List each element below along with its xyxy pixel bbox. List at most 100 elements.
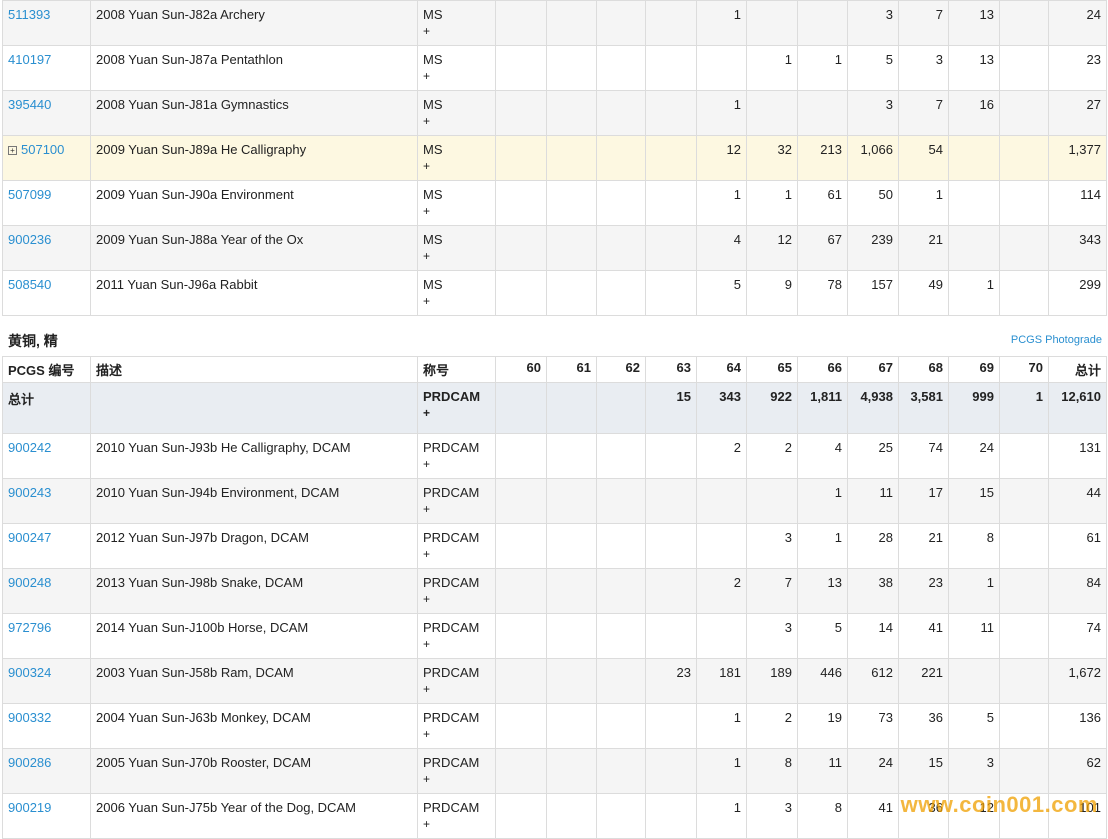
description-cell: 2008 Yuan Sun-J82a Archery [90,0,418,46]
grade-count-cell [999,478,1049,524]
pcgs-number-link[interactable]: 507100 [21,142,64,157]
pcgs-number-link[interactable]: 410197 [8,52,51,67]
pcgs-number-link[interactable]: 900332 [8,710,51,725]
column-header: 61 [546,356,597,383]
description-cell: 2010 Yuan Sun-J93b He Calligraphy, DCAM [90,433,418,479]
expand-icon[interactable]: + [8,146,17,155]
total-count-cell: 1,377 [1048,135,1107,181]
plus-grade-marker: + [423,592,431,606]
designation-label: PRDCAM [423,755,480,770]
grade-count-cell: 19 [797,703,848,749]
pcgs-number-link[interactable]: 900324 [8,665,51,680]
pcgs-number-link[interactable]: 900286 [8,755,51,770]
column-header: 称号 [417,356,496,383]
pcgs-number-cell: 900248 [2,568,91,614]
plus-grade-marker: + [423,457,431,471]
description-cell: 2003 Yuan Sun-J58b Ram, DCAM [90,658,418,704]
designation-label: MS [423,232,443,247]
grade-count-cell [999,270,1049,316]
grade-count-cell: 15 [898,748,949,794]
grade-count-cell [546,523,597,569]
grade-count-cell [797,0,848,46]
grade-count-cell [999,433,1049,479]
plus-grade-marker: + [423,817,431,831]
pcgs-number-link[interactable]: 395440 [8,97,51,112]
grade-count-cell [645,0,697,46]
plus-grade-marker: + [423,772,431,786]
description-cell: 2014 Yuan Sun-J100b Horse, DCAM [90,613,418,659]
grade-count-cell: 11 [948,613,1000,659]
grade-count-cell [948,225,1000,271]
grade-count-cell: 8 [746,748,798,794]
plus-grade-marker: + [423,406,431,420]
designation-cell: MS + [417,225,496,271]
pcgs-photograde-link[interactable]: PCGS Photograde [1011,334,1102,346]
pcgs-number-link[interactable]: 508540 [8,277,51,292]
grade-count-cell: 446 [797,658,848,704]
total-count-cell: 114 [1048,180,1107,226]
description-cell: 2009 Yuan Sun-J89a He Calligraphy [90,135,418,181]
column-header: 描述 [90,356,418,383]
grade-count-cell: 1 [797,478,848,524]
column-header: 62 [596,356,646,383]
pcgs-number-cell: +507100 [2,135,91,181]
designation-cell: MS + [417,0,496,46]
grade-count-cell [596,90,646,136]
plus-grade-marker: + [423,24,431,38]
total-grade-count-cell: 999 [948,382,1000,434]
designation-label: MS [423,7,443,22]
grade-count-cell [645,180,697,226]
grade-count-cell [645,703,697,749]
designation-cell: PRDCAM + [417,613,496,659]
pcgs-number-link[interactable]: 900219 [8,800,51,815]
grade-count-cell [495,658,547,704]
grade-count-cell: 21 [898,225,949,271]
grade-count-cell: 1 [696,748,747,794]
table-row: 900332 2004 Yuan Sun-J63b Monkey, DCAM PRD… [2,703,1107,749]
grade-count-cell: 36 [898,703,949,749]
total-count-cell: 23 [1048,45,1107,91]
grade-count-cell: 17 [898,478,949,524]
pcgs-number-link[interactable]: 511393 [8,7,50,22]
pcgs-number-cell: 507099 [2,180,91,226]
grade-count-cell: 49 [898,270,949,316]
grade-count-cell: 1 [948,270,1000,316]
grade-count-cell [546,703,597,749]
grade-count-cell: 78 [797,270,848,316]
grade-count-cell [546,180,597,226]
grade-count-cell: 74 [898,433,949,479]
plus-grade-marker: + [423,204,431,218]
grade-count-cell: 8 [948,523,1000,569]
pcgs-number-cell: 900242 [2,433,91,479]
pcgs-number-link[interactable]: 972796 [8,620,51,635]
pcgs-number-link[interactable]: 507099 [8,187,51,202]
grade-count-cell [546,270,597,316]
grade-count-cell [596,433,646,479]
grade-count-cell [596,613,646,659]
grade-count-cell: 1 [746,180,798,226]
total-count-cell: 74 [1048,613,1107,659]
grade-count-cell: 15 [948,478,1000,524]
pcgs-number-cell: 511393 [2,0,91,46]
grade-count-cell [999,613,1049,659]
grade-count-cell: 239 [847,225,899,271]
designation-label: MS [423,277,443,292]
grade-count-cell: 7 [898,90,949,136]
grade-count-cell [645,135,697,181]
total-grade-count-cell: 1 [999,382,1049,434]
grade-count-cell: 25 [847,433,899,479]
pcgs-number-link[interactable]: 900242 [8,440,51,455]
grade-count-cell [645,523,697,569]
pcgs-number-link[interactable]: 900248 [8,575,51,590]
pcgs-number-link[interactable]: 900236 [8,232,51,247]
grade-count-cell [645,613,697,659]
grade-count-cell [546,748,597,794]
designation-label: PRDCAM [423,665,480,680]
designation-cell: PRDCAM + [417,658,496,704]
total-grade-count-cell: 3,581 [898,382,949,434]
grade-count-cell [495,703,547,749]
grade-count-cell: 14 [847,613,899,659]
pcgs-number-link[interactable]: 900243 [8,485,51,500]
pcgs-number-link[interactable]: 900247 [8,530,51,545]
grade-count-cell: 4 [696,225,747,271]
